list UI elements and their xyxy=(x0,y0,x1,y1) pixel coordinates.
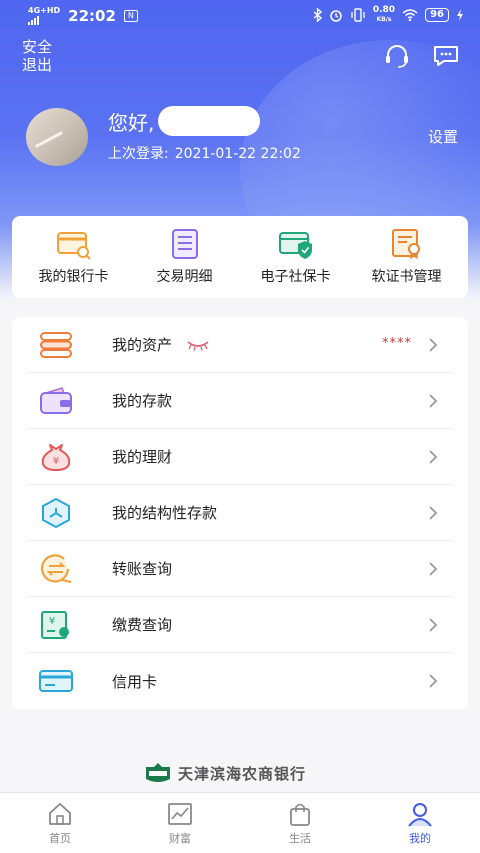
avatar[interactable] xyxy=(26,108,88,166)
message-icon[interactable] xyxy=(432,44,460,68)
quick-action-transactions[interactable]: 交易明细 xyxy=(129,216,240,298)
structured-deposit-icon xyxy=(42,497,70,528)
battery-level: 96 xyxy=(425,8,449,22)
bluetooth-icon xyxy=(313,8,322,22)
bank-logo: 天津滨海农商银行 xyxy=(144,762,306,784)
svg-text:¥: ¥ xyxy=(53,456,59,467)
tab-life[interactable]: 生活 xyxy=(240,793,360,853)
tab-home[interactable]: 首页 xyxy=(0,793,120,853)
bill-payment-icon: ¥ xyxy=(41,610,69,639)
safe-exit-button[interactable]: 安全 退出 xyxy=(22,38,62,74)
menu-item-transfer-query[interactable]: 转账查询 xyxy=(28,541,452,597)
network-speed: 0.80 KB/s xyxy=(372,5,396,24)
greeting: 您好, xyxy=(108,106,261,136)
certificate-icon xyxy=(391,229,420,259)
wifi-icon xyxy=(402,9,418,21)
tab-wealth[interactable]: 财富 xyxy=(120,793,240,853)
chevron-right-icon xyxy=(429,674,438,688)
tab-mine[interactable]: 我的 xyxy=(360,793,480,853)
social-security-card-icon xyxy=(278,232,312,259)
last-login: 上次登录: 2021-01-22 22:02 xyxy=(108,146,301,162)
charging-icon xyxy=(457,9,463,21)
bank-seal-icon xyxy=(146,763,170,782)
settings-button[interactable]: 设置 xyxy=(428,126,458,147)
money-bag-icon: ¥ xyxy=(41,443,71,471)
status-time: 22:02 xyxy=(68,7,116,25)
menu-item-deposits[interactable]: 我的存款 xyxy=(28,373,452,429)
shopping-bag-icon xyxy=(290,803,310,826)
quick-action-social-security[interactable]: 电子社保卡 xyxy=(240,216,351,298)
chevron-right-icon xyxy=(429,562,438,576)
status-bar: 4G+HD 22:02 N 0.80 KB/s 96 xyxy=(0,0,480,32)
chevron-right-icon xyxy=(429,338,438,352)
bottom-tab-bar: 首页 财富 生活 我的 xyxy=(0,792,480,853)
masked-assets-value: **** xyxy=(382,336,412,351)
quick-action-certificate[interactable]: 软证书管理 xyxy=(351,216,462,298)
signal-icon xyxy=(28,15,60,25)
chevron-right-icon xyxy=(429,506,438,520)
menu-item-structured-deposit[interactable]: 我的结构性存款 xyxy=(28,485,452,541)
customer-service-icon[interactable] xyxy=(383,44,411,68)
chevron-right-icon xyxy=(429,450,438,464)
home-icon xyxy=(49,803,71,825)
alarm-icon xyxy=(330,10,342,22)
wallet-icon xyxy=(40,386,72,414)
menu-item-assets[interactable]: 我的资产 **** xyxy=(28,317,452,373)
network-type: 4G+HD xyxy=(28,6,61,15)
assets-icon xyxy=(40,331,72,358)
menu-item-bill-payment[interactable]: ¥ 缴费查询 xyxy=(28,597,452,653)
quick-action-bank-card[interactable]: 我的银行卡 xyxy=(18,216,129,298)
svg-text:¥: ¥ xyxy=(49,616,55,627)
bank-card-icon xyxy=(56,232,91,260)
menu-item-credit-card[interactable]: 信用卡 xyxy=(28,653,452,709)
menu-item-wealth-management[interactable]: ¥ 我的理财 xyxy=(28,429,452,485)
transaction-list-icon xyxy=(171,229,198,259)
wealth-chart-icon xyxy=(168,803,192,825)
notification-badge: N xyxy=(123,10,138,22)
quick-actions-card: 我的银行卡 交易明细 电子社保卡 软证书管理 xyxy=(12,216,468,298)
menu-list: 我的资产 **** 我的存款 ¥ 我的理财 我的结构性存款 转账查询 ¥ 缴费查… xyxy=(12,317,468,709)
profile-icon xyxy=(408,803,432,827)
vibrate-icon xyxy=(351,8,365,22)
credit-card-icon xyxy=(39,670,73,692)
username-mask xyxy=(158,106,261,136)
chevron-right-icon xyxy=(429,618,438,632)
chevron-right-icon xyxy=(429,394,438,408)
hide-balance-eye-icon[interactable] xyxy=(186,339,210,351)
transfer-icon xyxy=(40,553,72,583)
